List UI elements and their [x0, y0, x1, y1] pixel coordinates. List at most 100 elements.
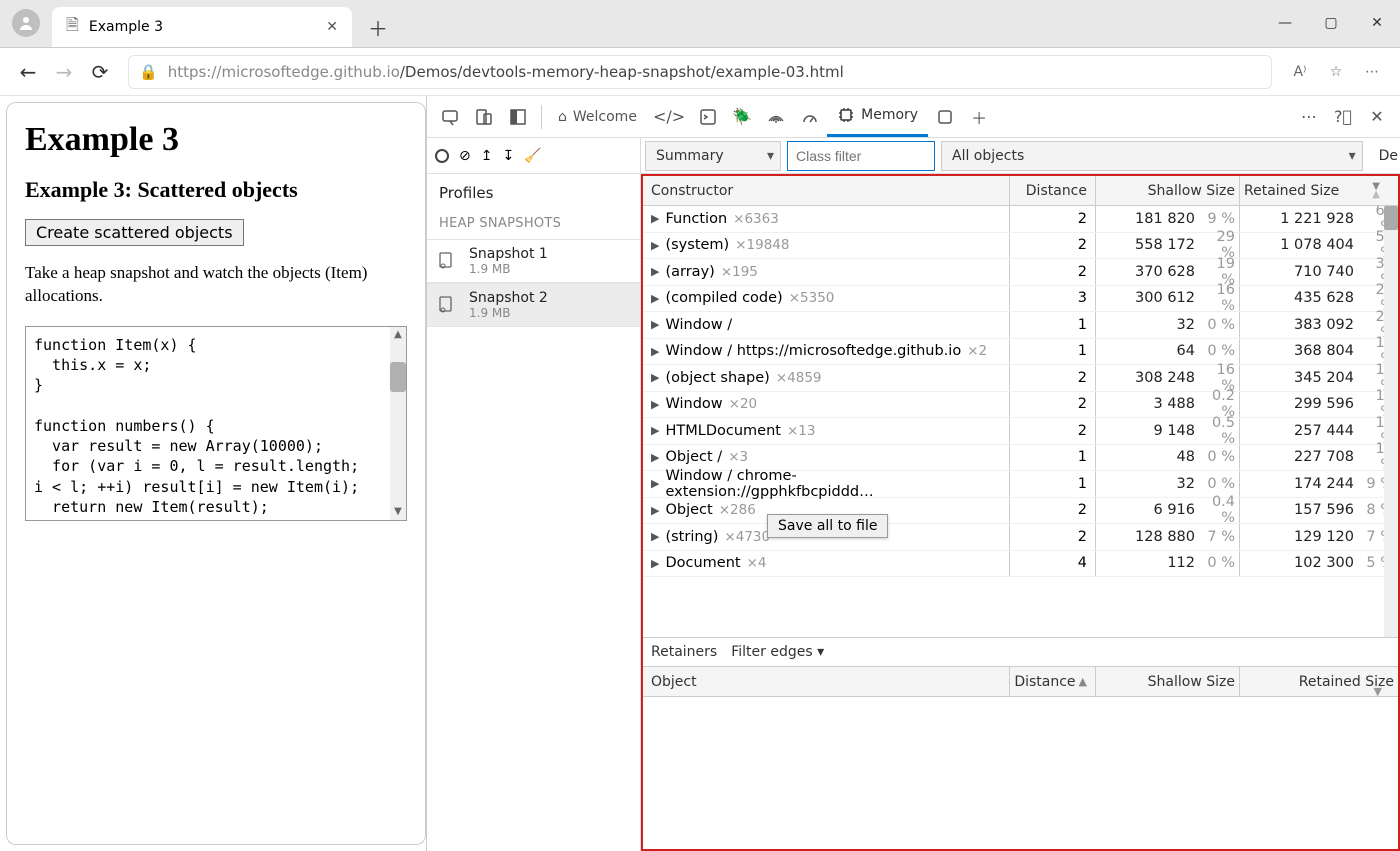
- expand-icon[interactable]: ▶: [651, 504, 659, 517]
- scroll-down-icon[interactable]: ▼: [390, 504, 406, 520]
- retained-cell: 157 5968 %: [1240, 498, 1398, 524]
- col-constructor[interactable]: Constructor: [643, 176, 1010, 205]
- document-icon: 🗎: [66, 14, 79, 41]
- scrollbar-track[interactable]: [390, 327, 406, 520]
- scrollbar-thumb[interactable]: [1384, 206, 1398, 230]
- back-button[interactable]: ←: [10, 54, 46, 90]
- distance-cell: 2: [1010, 418, 1096, 444]
- table-row[interactable]: ▶Object×28626 9160.4 %157 5968 %: [643, 498, 1398, 525]
- shallow-cell: 320 %: [1096, 471, 1240, 497]
- table-row[interactable]: ▶(string)×47302128 8807 %129 1207 %: [643, 524, 1398, 551]
- table-row[interactable]: ▶(object shape)×48592308 24816 %345 2041…: [643, 365, 1398, 392]
- table-row[interactable]: ▶Window×2023 4880.2 %299 59615 %: [643, 392, 1398, 419]
- devtools-more-icon[interactable]: ⋯: [1292, 100, 1326, 134]
- table-row[interactable]: ▶Window /1320 %383 09220 %: [643, 312, 1398, 339]
- expand-icon[interactable]: ▶: [651, 530, 659, 543]
- table-row[interactable]: ▶Document×441120 %102 3005 %: [643, 551, 1398, 578]
- refresh-button[interactable]: ⟳: [82, 54, 118, 90]
- retained-cell: 435 62823 %: [1240, 286, 1398, 312]
- table-row[interactable]: ▶(compiled code)×53503300 61216 %435 628…: [643, 286, 1398, 313]
- dock-icon[interactable]: [501, 100, 535, 134]
- code-textarea[interactable]: function Item(x) { this.x = x; } functio…: [25, 326, 407, 521]
- objects-filter-dropdown[interactable]: All objects: [941, 141, 1363, 171]
- more-icon[interactable]: ⋯: [1354, 54, 1390, 90]
- window-minimize-button[interactable]: —: [1262, 5, 1308, 41]
- inspect-icon[interactable]: [433, 100, 467, 134]
- tab-welcome[interactable]: ⌂ Welcome: [548, 97, 647, 137]
- tab-memory[interactable]: Memory: [827, 97, 928, 137]
- table-row[interactable]: ▶Function×63632181 8209 %1 221 92863 %: [643, 206, 1398, 233]
- help-icon[interactable]: ?⃝: [1326, 100, 1360, 134]
- clear-icon[interactable]: ⊘: [459, 148, 471, 164]
- tab-network-icon[interactable]: [759, 100, 793, 134]
- table-row[interactable]: ▶Window / chrome-extension://gpphkfbcpid…: [643, 471, 1398, 498]
- tab-console-icon[interactable]: [691, 100, 725, 134]
- col-distance[interactable]: Distance▲: [1010, 667, 1096, 696]
- context-menu-save-all[interactable]: Save all to file: [767, 514, 888, 538]
- retainers-panel: Retainers Filter edges ▾ Object Distance…: [643, 637, 1398, 849]
- collapse-icon[interactable]: ▼: [1374, 685, 1382, 698]
- favorite-icon[interactable]: ☆: [1318, 54, 1354, 90]
- tab-close-icon[interactable]: ✕: [326, 19, 338, 35]
- devtools-panel: ⌂ Welcome </> 🪲 Memory ＋ ⋯ ?⃝ ✕: [426, 96, 1400, 851]
- col-distance[interactable]: Distance: [1010, 176, 1096, 205]
- retainers-tab[interactable]: Retainers: [651, 644, 717, 660]
- browser-tab[interactable]: 🗎 Example 3 ✕: [52, 7, 352, 47]
- constructor-name: Object /: [665, 449, 722, 465]
- scrollbar-thumb[interactable]: [390, 362, 406, 392]
- url-input[interactable]: 🔒 https://microsoftedge.github.io/Demos/…: [128, 55, 1272, 89]
- create-objects-button[interactable]: Create scattered objects: [25, 219, 244, 246]
- table-row[interactable]: ▶HTMLDocument×1329 1480.5 %257 44413 %: [643, 418, 1398, 445]
- scrollbar-track[interactable]: [1384, 206, 1398, 637]
- new-tab-button[interactable]: ＋: [362, 11, 394, 43]
- snapshot-item[interactable]: Snapshot 1 1.9 MB: [427, 239, 640, 283]
- devtools-close-icon[interactable]: ✕: [1360, 100, 1394, 134]
- expand-icon[interactable]: ▶: [651, 398, 659, 411]
- expand-icon[interactable]: ▶: [651, 265, 659, 278]
- expand-icon[interactable]: ▶: [651, 557, 659, 570]
- constructor-name: (array): [665, 264, 714, 280]
- window-maximize-button[interactable]: ▢: [1308, 5, 1354, 41]
- forward-button: →: [46, 54, 82, 90]
- expand-icon[interactable]: ▶: [651, 345, 659, 358]
- tab-application-icon[interactable]: [928, 100, 962, 134]
- tab-performance-icon[interactable]: [793, 100, 827, 134]
- snapshot-item[interactable]: Snapshot 2 1.9 MB: [427, 283, 640, 327]
- expand-icon[interactable]: ▶: [651, 424, 659, 437]
- scroll-up-icon[interactable]: ▲: [390, 327, 406, 343]
- col-object[interactable]: Object: [643, 667, 1010, 696]
- add-tab-button[interactable]: ＋: [962, 100, 996, 134]
- col-shallow[interactable]: Shallow Size: [1096, 667, 1240, 696]
- col-shallow[interactable]: Shallow Size: [1096, 176, 1240, 205]
- tab-sources-icon[interactable]: 🪲: [725, 100, 759, 134]
- record-icon[interactable]: [435, 149, 449, 163]
- col-retained[interactable]: Retained Size ▼▲: [1240, 176, 1398, 205]
- class-filter-input[interactable]: [787, 141, 935, 171]
- tab-elements-icon[interactable]: </>: [647, 100, 691, 134]
- expand-icon[interactable]: ▶: [651, 212, 659, 225]
- expand-icon[interactable]: ▶: [651, 451, 659, 464]
- device-toggle-icon[interactable]: [467, 100, 501, 134]
- view-dropdown[interactable]: Summary: [645, 141, 781, 171]
- code-content: function Item(x) { this.x = x; } functio…: [26, 327, 406, 521]
- gc-icon[interactable]: 🧹: [524, 148, 541, 164]
- read-aloud-icon[interactable]: A⁾: [1282, 54, 1318, 90]
- load-icon[interactable]: ↥: [481, 148, 493, 164]
- expand-icon[interactable]: ▶: [651, 318, 659, 331]
- save-icon[interactable]: ↧: [502, 148, 514, 164]
- page-description: Take a heap snapshot and watch the objec…: [25, 262, 407, 308]
- expand-icon[interactable]: ▶: [651, 292, 659, 305]
- table-row[interactable]: ▶Window / https://microsoftedge.github.i…: [643, 339, 1398, 366]
- window-close-button[interactable]: ✕: [1354, 5, 1400, 41]
- distance-cell: 2: [1010, 392, 1096, 418]
- distance-cell: 2: [1010, 233, 1096, 259]
- table-row[interactable]: ▶(array)×1952370 62819 %710 74037 %: [643, 259, 1398, 286]
- profile-avatar-icon[interactable]: [12, 9, 40, 37]
- profiles-title: Profiles: [427, 174, 640, 212]
- table-row[interactable]: ▶(system)×198482558 17229 %1 078 40456 %: [643, 233, 1398, 260]
- filter-edges-dropdown[interactable]: Filter edges ▾: [731, 644, 824, 660]
- expand-icon[interactable]: ▶: [651, 477, 659, 490]
- expand-icon[interactable]: ▶: [651, 239, 659, 252]
- instance-count: ×13: [787, 423, 816, 439]
- expand-icon[interactable]: ▶: [651, 371, 659, 384]
